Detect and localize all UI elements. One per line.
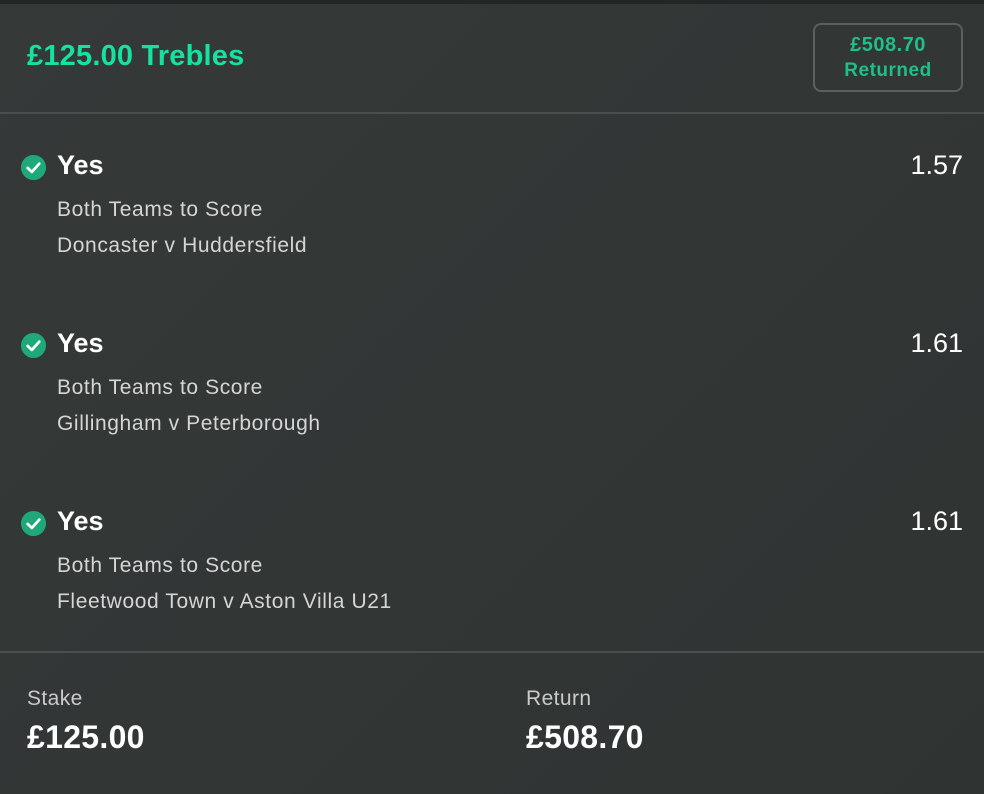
selection-name: Yes <box>57 328 104 358</box>
check-circle-icon <box>20 332 47 359</box>
bet-title: £125.00 Trebles <box>27 40 245 72</box>
selection-name: Yes <box>57 506 104 536</box>
selection-item: Yes 1.61 Both Teams to Score Fleetwood T… <box>0 470 984 630</box>
selection-market: Both Teams to Score <box>57 554 263 577</box>
selection-name: Yes <box>57 150 104 180</box>
check-circle-icon <box>20 510 47 537</box>
bet-summary: Stake £125.00 Return £508.70 <box>0 651 984 794</box>
returned-label: Returned <box>844 59 932 81</box>
return-section: Return £508.70 <box>526 687 644 756</box>
selection-event: Gillingham v Peterborough <box>57 412 321 435</box>
bet-header: £125.00 Trebles £508.70 Returned <box>0 4 984 114</box>
selection-market: Both Teams to Score <box>57 198 263 221</box>
return-value: £508.70 <box>526 719 644 755</box>
return-label: Return <box>526 687 592 710</box>
selections-list: Yes 1.57 Both Teams to Score Doncaster v… <box>0 114 984 650</box>
selection-event: Fleetwood Town v Aston Villa U21 <box>57 590 392 613</box>
bet-card: £125.00 Trebles £508.70 Returned Yes 1.5… <box>0 0 984 794</box>
stake-section: Stake £125.00 <box>27 687 145 756</box>
stake-value: £125.00 <box>27 719 145 755</box>
check-circle-icon <box>20 154 47 181</box>
selection-odds: 1.61 <box>910 506 963 536</box>
returned-amount: £508.70 <box>850 33 926 56</box>
returned-badge: £508.70 Returned <box>813 23 963 92</box>
selection-market: Both Teams to Score <box>57 376 263 399</box>
selection-item: Yes 1.61 Both Teams to Score Gillingham … <box>0 292 984 452</box>
selection-item: Yes 1.57 Both Teams to Score Doncaster v… <box>0 114 984 274</box>
selection-odds: 1.57 <box>910 150 963 180</box>
stake-label: Stake <box>27 687 83 710</box>
selection-odds: 1.61 <box>910 328 963 358</box>
selection-event: Doncaster v Huddersfield <box>57 234 308 257</box>
